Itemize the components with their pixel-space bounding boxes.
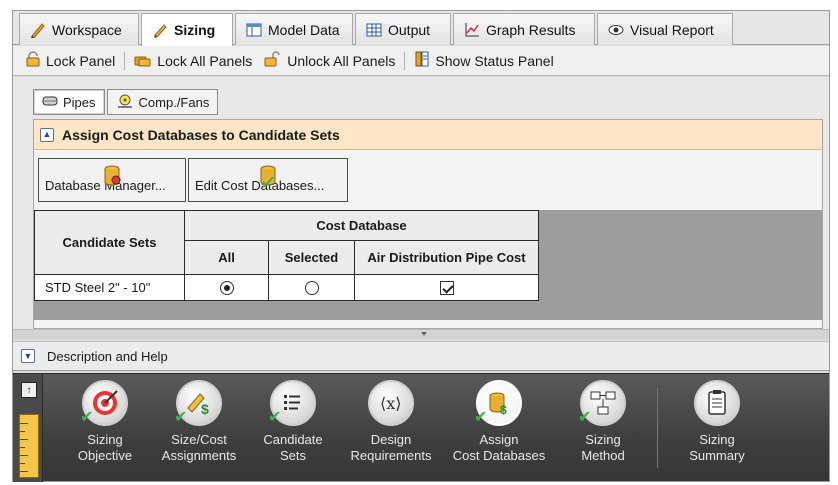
wizard-side-strip: ↑: [13, 374, 43, 482]
list-icon: ✔: [268, 380, 316, 426]
pipe-icon: [42, 95, 58, 110]
subtab-comp-fans[interactable]: Comp./Fans: [106, 89, 219, 115]
pin-icon[interactable]: ↑: [21, 382, 37, 398]
variable-x-icon: ⟨x⟩: [368, 380, 414, 426]
object-type-tabs: Pipes Comp./Fans: [33, 89, 219, 115]
selected-radio-cell: [268, 274, 355, 301]
chart-icon: [464, 22, 480, 38]
clipboard-icon: [694, 380, 740, 426]
grid-icon: [366, 22, 382, 38]
wizard-step-candidate-sets[interactable]: ✔ Candidate Sets: [243, 380, 343, 480]
lock-all-icon: [134, 51, 152, 70]
eye-icon: [608, 22, 624, 38]
candidate-set-name: STD Steel 2" - 10": [34, 274, 185, 301]
header-all: All: [184, 240, 269, 275]
tab-sizing[interactable]: Sizing: [141, 13, 233, 46]
section-header[interactable]: ▲ Assign Cost Databases to Candidate Set…: [34, 120, 822, 150]
panel-splitter[interactable]: [13, 329, 829, 339]
wizard-step-size-cost-assignments[interactable]: $ ✔ Size/Cost Assignments: [149, 380, 249, 480]
fan-icon: [116, 93, 134, 112]
completed-check-icon: ✔: [474, 409, 488, 426]
completed-check-icon: ✔: [578, 409, 592, 426]
cost-database-grid-area: Candidate Sets Cost Database All Selecte…: [34, 210, 822, 320]
wizard-step-sizing-objective[interactable]: ✔ Sizing Objective: [55, 380, 155, 480]
target-icon: ✔: [80, 380, 128, 426]
tab-label: Output: [388, 21, 431, 38]
assign-cost-databases-section: ▲ Assign Cost Databases to Candidate Set…: [33, 119, 823, 329]
header-candidate-sets: Candidate Sets: [34, 210, 185, 275]
flowchart-icon: ✔: [578, 380, 626, 426]
description-help-bar[interactable]: ▼ Description and Help: [13, 341, 829, 371]
completed-check-icon: ✔: [268, 409, 282, 426]
cost-database-table: Candidate Sets Cost Database All Selecte…: [34, 210, 539, 301]
expand-icon[interactable]: ▼: [21, 349, 35, 363]
wizard-step-assign-cost-databases[interactable]: $ ✔ Assign Cost Databases: [449, 380, 549, 480]
panel-toolbar: Lock Panel Lock All Panels Unlock All Pa…: [13, 46, 829, 76]
svg-text:$: $: [201, 401, 209, 417]
svg-text:⟨x⟩: ⟨x⟩: [380, 394, 402, 413]
tab-label: Model Data: [268, 21, 340, 38]
lock-icon: [25, 51, 41, 70]
table-row: STD Steel 2" - 10": [34, 274, 539, 301]
collapse-icon[interactable]: ▲: [40, 127, 54, 142]
show-status-panel-button[interactable]: Show Status Panel: [408, 48, 559, 74]
wizard-divider: [657, 388, 658, 468]
main-tab-bar: Workspace Sizing Model Data Output Graph…: [13, 11, 829, 46]
toolbar-divider: [404, 51, 406, 70]
database-icon: [103, 165, 121, 190]
completed-check-icon: ✔: [174, 409, 188, 426]
lock-all-panels-button[interactable]: Lock All Panels: [128, 48, 258, 74]
sizing-wizard-bar: ↑ ✔ Sizing Objective $ ✔ Size/Cost Assig…: [13, 373, 829, 482]
toolbar-divider: [124, 51, 126, 70]
tab-label: Sizing: [174, 22, 216, 38]
pencil-ruler-icon: [30, 22, 46, 39]
header-cost-database: Cost Database: [184, 210, 539, 241]
completed-check-icon: ✔: [80, 409, 94, 426]
wizard-step-sizing-method[interactable]: ✔ Sizing Method: [553, 380, 653, 480]
header-selected: Selected: [268, 240, 355, 275]
all-radio[interactable]: [219, 281, 234, 296]
database-dollar-icon: $ ✔: [474, 380, 522, 426]
tab-label: Visual Report: [630, 21, 714, 38]
edit-cost-databases-button[interactable]: Edit Cost Databases...: [188, 158, 348, 202]
air-distribution-checkbox-cell: [354, 274, 539, 301]
air-distribution-checkbox[interactable]: [439, 281, 454, 296]
svg-text:$: $: [500, 403, 507, 417]
database-edit-icon: [259, 165, 277, 190]
status-panel-icon: [414, 51, 430, 70]
subtab-pipes[interactable]: Pipes: [33, 89, 105, 115]
unlock-icon: [264, 51, 282, 70]
pencil-icon: [152, 22, 168, 38]
lock-panel-button[interactable]: Lock Panel: [19, 48, 121, 74]
ruler-icon: [19, 414, 39, 478]
wizard-step-design-requirements[interactable]: ⟨x⟩ Design Requirements: [341, 380, 441, 480]
section-title: Assign Cost Databases to Candidate Sets: [62, 126, 340, 143]
database-button-row: Database Manager... Edit Cost Databases.…: [38, 158, 348, 202]
header-air-distribution-pipe-cost: Air Distribution Pipe Cost: [354, 240, 539, 275]
application-window: Workspace Sizing Model Data Output Graph…: [12, 10, 830, 482]
database-manager-button[interactable]: Database Manager...: [38, 158, 186, 202]
wizard-step-sizing-summary[interactable]: Sizing Summary: [667, 380, 767, 480]
unlock-all-panels-button[interactable]: Unlock All Panels: [258, 48, 401, 74]
ruler-dollar-icon: $ ✔: [174, 380, 222, 426]
splitter-grip-icon: [421, 332, 427, 336]
tab-visual-report[interactable]: Visual Report: [597, 13, 733, 45]
tab-model-data[interactable]: Model Data: [235, 13, 353, 45]
tab-label: Graph Results: [486, 21, 576, 38]
table-icon: [246, 22, 262, 38]
tab-label: Workspace: [52, 21, 122, 38]
selected-radio[interactable]: [304, 281, 319, 296]
tab-workspace[interactable]: Workspace: [19, 13, 139, 45]
sizing-panel: Pipes Comp./Fans ▲ Assign Cost Databases…: [13, 77, 829, 329]
tab-output[interactable]: Output: [355, 13, 451, 45]
tab-graph-results[interactable]: Graph Results: [453, 13, 595, 45]
all-radio-cell: [184, 274, 269, 301]
